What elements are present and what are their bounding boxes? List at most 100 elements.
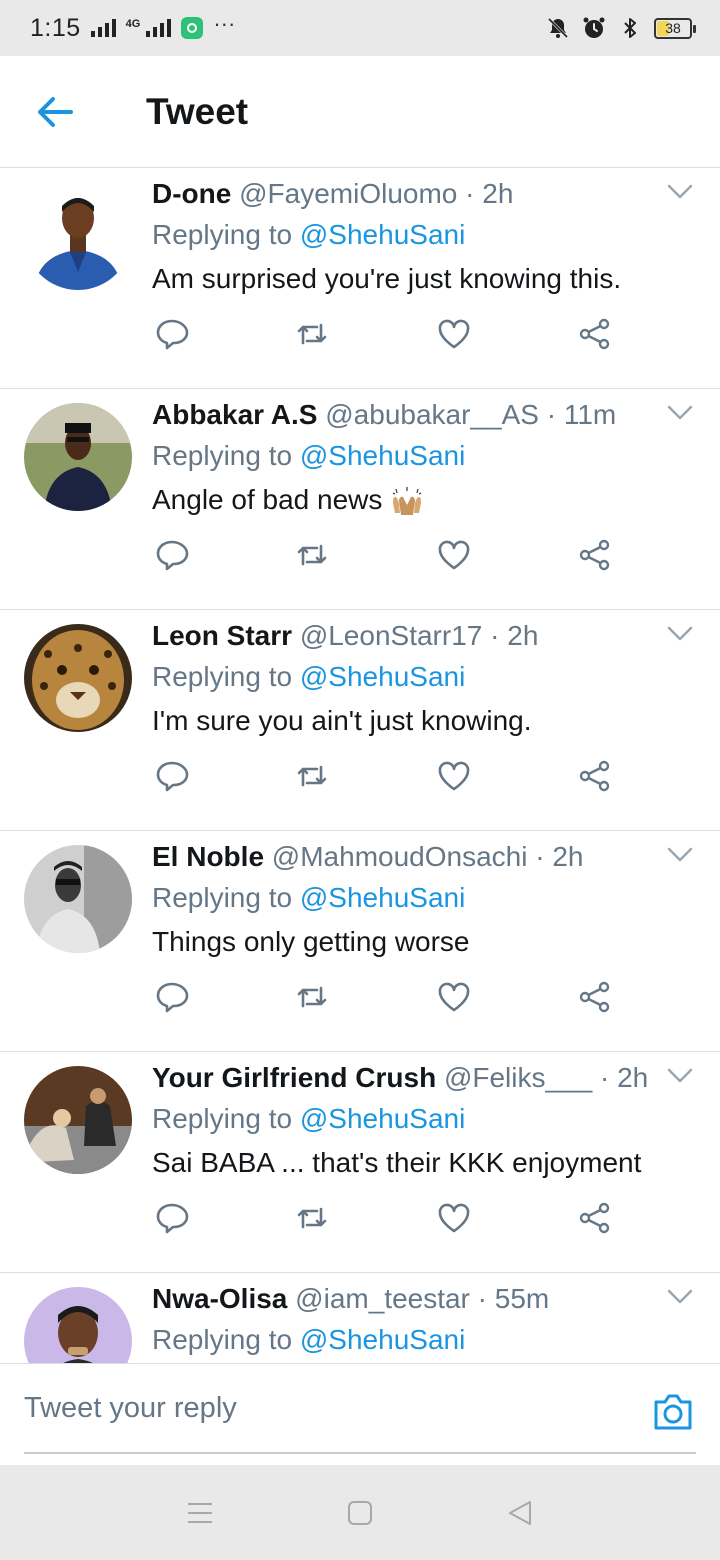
avatar[interactable] <box>24 182 132 290</box>
reply-icon <box>156 982 189 1013</box>
tweet-handle[interactable]: @MahmoudOnsachi <box>272 841 528 872</box>
tweet-text: Angle of bad news <box>152 484 383 515</box>
like-icon <box>438 761 470 791</box>
avatar-image <box>24 403 132 511</box>
like-button[interactable] <box>434 977 474 1017</box>
battery-level: 38 <box>665 20 681 36</box>
chevron-down-icon[interactable] <box>666 1287 694 1307</box>
tweet-item[interactable]: El Noble @MahmoudOnsachi · 2h Replying t… <box>0 831 720 1052</box>
replying-label: Replying to <box>152 440 293 471</box>
system-nav-bar <box>0 1465 720 1560</box>
tweet-text: Things only getting worse <box>152 926 470 957</box>
back-arrow-icon <box>38 96 73 127</box>
menu-button[interactable] <box>170 1483 230 1543</box>
reply-button[interactable] <box>152 314 192 354</box>
reply-feed[interactable]: D-one @FayemiOluomo · 2h Replying to @Sh… <box>0 168 720 1364</box>
share-icon <box>579 539 610 571</box>
avatar[interactable] <box>24 1066 132 1174</box>
retweet-button[interactable] <box>292 1198 332 1238</box>
reply-icon <box>156 761 189 792</box>
tweet-item[interactable]: Your Girlfriend Crush @Feliks___ · 2h Re… <box>0 1052 720 1273</box>
tweet-author-name[interactable]: Leon Starr <box>152 620 292 651</box>
tweet-item[interactable]: Leon Starr @LeonStarr17 · 2h Replying to… <box>0 610 720 831</box>
tweet-item[interactable]: D-one @FayemiOluomo · 2h Replying to @Sh… <box>0 168 720 389</box>
reply-button[interactable] <box>152 535 192 575</box>
share-button[interactable] <box>575 756 615 796</box>
app-notification-icon <box>181 17 204 39</box>
reply-mention-link[interactable]: @ShehuSani <box>300 661 465 692</box>
reply-icon <box>156 540 189 571</box>
tweet-text: Sai BABA ... that's their KKK enjoyment <box>152 1147 642 1178</box>
tweet-item[interactable]: Nwa-Olisa @iam_teestar · 55m Replying to… <box>0 1273 720 1364</box>
reply-mention-link[interactable]: @ShehuSani <box>300 440 465 471</box>
raising-hands-emoji <box>392 486 422 515</box>
reply-mention-link[interactable]: @ShehuSani <box>300 882 465 913</box>
page-title: Tweet <box>146 90 249 132</box>
reply-button[interactable] <box>152 977 192 1017</box>
retweet-icon <box>297 765 327 787</box>
retweet-button[interactable] <box>292 756 332 796</box>
tweet-handle[interactable]: @LeonStarr17 <box>300 620 483 651</box>
tweet-text: Am surprised you're just knowing this. <box>152 263 622 294</box>
tweet-handle[interactable]: @FayemiOluomo <box>239 178 457 209</box>
home-button[interactable] <box>330 1483 390 1543</box>
app-header: Tweet <box>0 56 720 168</box>
tweet-item[interactable]: Abbakar A.S @abubakar__AS · 11m Replying… <box>0 389 720 610</box>
reply-button[interactable] <box>152 756 192 796</box>
chevron-down-icon[interactable] <box>666 1066 694 1086</box>
tweet-time: 2h <box>617 1062 649 1093</box>
like-button[interactable] <box>434 314 474 354</box>
share-icon <box>579 1202 610 1234</box>
like-icon <box>438 1203 470 1233</box>
avatar[interactable] <box>24 845 132 953</box>
system-back-button[interactable] <box>490 1483 550 1543</box>
like-icon <box>438 982 470 1012</box>
tweet-author-name[interactable]: Your Girlfriend Crush <box>152 1062 436 1093</box>
chevron-down-icon[interactable] <box>666 403 694 423</box>
status-bar: 1:15 4G ··· 38 <box>0 0 720 56</box>
share-button[interactable] <box>575 314 615 354</box>
tweet-handle[interactable]: @abubakar__AS <box>325 399 539 430</box>
tweet-handle[interactable]: @iam_teestar <box>295 1283 470 1314</box>
like-button[interactable] <box>434 1198 474 1238</box>
chevron-down-icon[interactable] <box>666 845 694 865</box>
reply-mention-link[interactable]: @ShehuSani <box>300 219 465 250</box>
avatar[interactable] <box>24 1287 132 1364</box>
more-dots-icon: ··· <box>213 11 236 36</box>
share-button[interactable] <box>575 1198 615 1238</box>
alarm-icon <box>583 17 605 38</box>
camera-icon[interactable] <box>652 1392 694 1432</box>
replying-label: Replying to <box>152 1324 293 1355</box>
replying-label: Replying to <box>152 1103 293 1134</box>
retweet-button[interactable] <box>292 977 332 1017</box>
retweet-button[interactable] <box>292 314 332 354</box>
reply-composer <box>0 1363 720 1465</box>
chevron-down-icon[interactable] <box>666 182 694 202</box>
back-button[interactable] <box>0 56 110 168</box>
avatar-image <box>24 624 132 732</box>
share-icon <box>579 760 610 792</box>
reply-mention-link[interactable]: @ShehuSani <box>300 1103 465 1134</box>
chevron-down-icon[interactable] <box>666 624 694 644</box>
reply-mention-link[interactable]: @ShehuSani <box>300 1324 465 1355</box>
tweet-author-name[interactable]: Nwa-Olisa <box>152 1283 287 1314</box>
share-icon <box>579 981 610 1013</box>
like-button[interactable] <box>434 535 474 575</box>
signal-icon <box>90 19 116 37</box>
tweet-author-name[interactable]: D-one <box>152 178 231 209</box>
tweet-reply-input[interactable] <box>24 1364 696 1454</box>
retweet-button[interactable] <box>292 535 332 575</box>
tweet-time: 55m <box>494 1283 550 1314</box>
tweet-author-name[interactable]: El Noble <box>152 841 264 872</box>
like-button[interactable] <box>434 756 474 796</box>
avatar[interactable] <box>24 624 132 732</box>
share-button[interactable] <box>575 535 615 575</box>
tweet-actions <box>152 314 632 354</box>
tweet-handle[interactable]: @Feliks___ <box>444 1062 592 1093</box>
avatar-image <box>24 1287 132 1364</box>
reply-button[interactable] <box>152 1198 192 1238</box>
network-label: 4G <box>125 18 141 30</box>
tweet-author-name[interactable]: Abbakar A.S <box>152 399 317 430</box>
avatar[interactable] <box>24 403 132 511</box>
share-button[interactable] <box>575 977 615 1017</box>
